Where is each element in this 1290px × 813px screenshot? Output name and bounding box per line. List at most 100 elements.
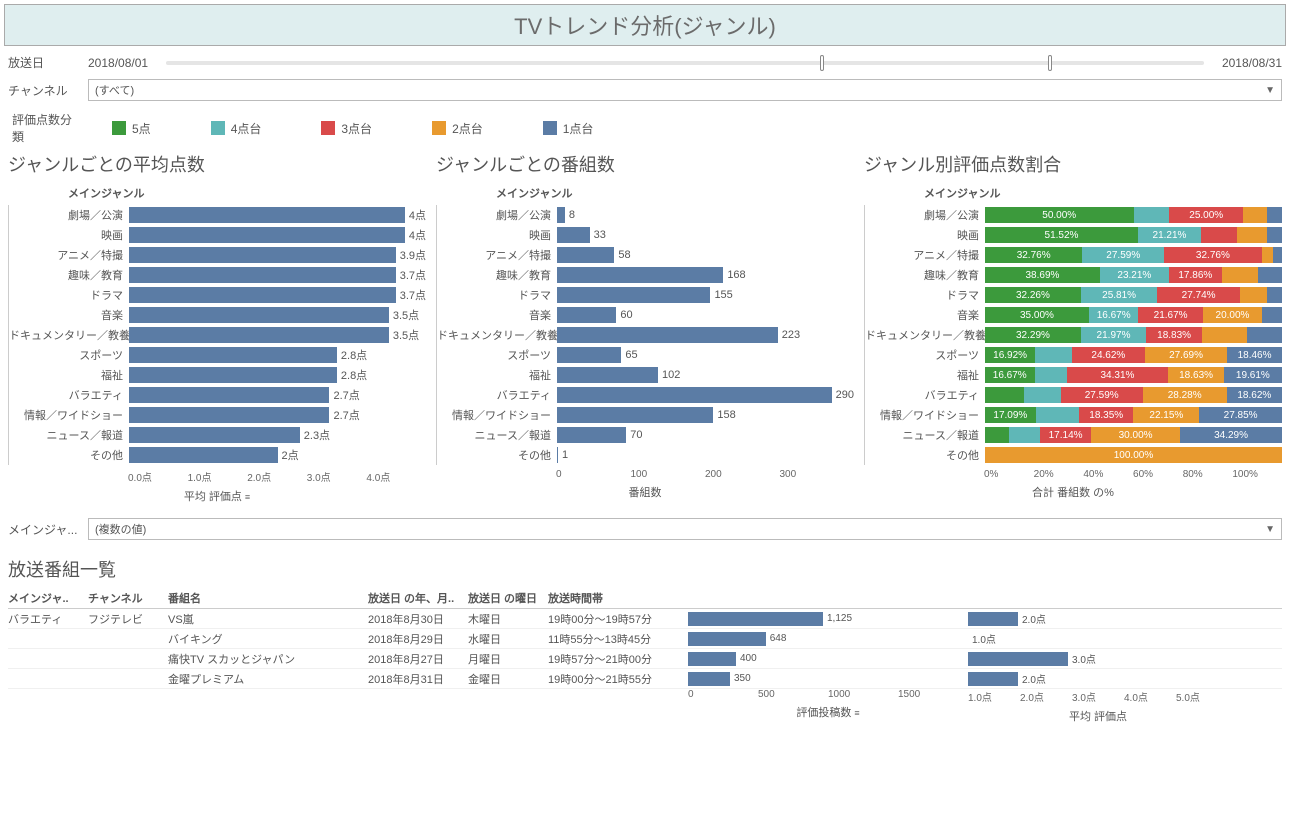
stacked-segment[interactable] <box>1262 247 1274 263</box>
bar-fill[interactable] <box>129 267 396 283</box>
stacked-segment[interactable]: 27.59% <box>1082 247 1164 263</box>
stacked-segment[interactable]: 34.31% <box>1067 367 1169 383</box>
bar-row[interactable]: 音楽3.5点 <box>9 305 426 325</box>
stacked-bar-row[interactable]: 劇場／公演50.00%25.00% <box>865 205 1282 225</box>
bar-fill[interactable] <box>557 287 710 303</box>
bar-fill[interactable] <box>129 407 329 423</box>
bar-row[interactable]: 劇場／公演8 <box>437 205 854 225</box>
stacked-segment[interactable]: 28.28% <box>1143 387 1227 403</box>
bar-row[interactable]: 映画4点 <box>9 225 426 245</box>
bar-row[interactable]: 福祉102 <box>437 365 854 385</box>
bar-row[interactable]: 情報／ワイドショー158 <box>437 405 854 425</box>
bar-fill[interactable] <box>129 307 389 323</box>
stacked-segment[interactable] <box>1240 287 1267 303</box>
bar-fill[interactable] <box>557 227 590 243</box>
stacked-segment[interactable] <box>1009 427 1040 443</box>
bar-row[interactable]: 劇場／公演4点 <box>9 205 426 225</box>
stacked-segment[interactable]: 27.85% <box>1199 407 1282 423</box>
stacked-segment[interactable]: 16.67% <box>985 367 1035 383</box>
date-slider[interactable] <box>166 61 1204 65</box>
main-genre-select[interactable]: (複数の値) ▼ <box>88 518 1282 540</box>
stacked-segment[interactable]: 18.63% <box>1168 367 1223 383</box>
bar-row[interactable]: 福祉2.8点 <box>9 365 426 385</box>
stacked-segment[interactable] <box>985 387 1024 403</box>
bar-fill[interactable] <box>129 427 300 443</box>
stacked-segment[interactable] <box>1036 407 1079 423</box>
bar-row[interactable]: バラエティ290 <box>437 385 854 405</box>
stacked-segment[interactable]: 27.59% <box>1061 387 1143 403</box>
posts-bar[interactable] <box>688 652 736 666</box>
stacked-segment[interactable] <box>1262 307 1282 323</box>
slider-handle-start[interactable] <box>820 55 824 71</box>
col-header-genre[interactable]: メインジャ.. <box>8 590 88 606</box>
bar-fill[interactable] <box>557 247 614 263</box>
posts-bar[interactable] <box>688 632 766 646</box>
stacked-segment[interactable] <box>1134 207 1170 223</box>
avg-bar[interactable] <box>968 652 1068 666</box>
sort-icon[interactable]: ≡ <box>245 492 250 502</box>
stacked-segment[interactable]: 18.62% <box>1227 387 1282 403</box>
legend-item[interactable]: 4点台 <box>211 120 262 137</box>
stacked-segment[interactable]: 24.62% <box>1072 347 1145 363</box>
stacked-segment[interactable] <box>1237 227 1268 243</box>
stacked-bar-row[interactable]: 音楽35.00%16.67%21.67%20.00% <box>865 305 1282 325</box>
bar-row[interactable]: 情報／ワイドショー2.7点 <box>9 405 426 425</box>
bar-fill[interactable] <box>557 347 621 363</box>
bar-row[interactable]: ドラマ155 <box>437 285 854 305</box>
posts-bar[interactable] <box>688 672 730 686</box>
bar-row[interactable]: 音楽60 <box>437 305 854 325</box>
stacked-bar-row[interactable]: バラエティ27.59%28.28%18.62% <box>865 385 1282 405</box>
stacked-segment[interactable] <box>1243 207 1267 223</box>
stacked-segment[interactable]: 18.83% <box>1146 327 1202 343</box>
bar-fill[interactable] <box>129 287 396 303</box>
stacked-bar-row[interactable]: 福祉16.67%34.31%18.63%19.61% <box>865 365 1282 385</box>
stacked-segment[interactable]: 34.29% <box>1180 427 1282 443</box>
bar-fill[interactable] <box>557 207 565 223</box>
stacked-segment[interactable]: 20.00% <box>1203 307 1262 323</box>
bar-row[interactable]: ニュース／報道2.3点 <box>9 425 426 445</box>
slider-handle-end[interactable] <box>1048 55 1052 71</box>
stacked-segment[interactable]: 25.81% <box>1081 287 1158 303</box>
stacked-bar-row[interactable]: 映画51.52%21.21% <box>865 225 1282 245</box>
stacked-segment[interactable] <box>1273 247 1282 263</box>
bar-row[interactable]: 映画33 <box>437 225 854 245</box>
stacked-bar-row[interactable]: ドラマ32.26%25.81%27.74% <box>865 285 1282 305</box>
bar-row[interactable]: アニメ／特撮58 <box>437 245 854 265</box>
bar-fill[interactable] <box>129 227 405 243</box>
bar-fill[interactable] <box>129 347 337 363</box>
avg-bar[interactable] <box>968 672 1018 686</box>
col-header-channel[interactable]: チャンネル <box>88 590 168 606</box>
bar-row[interactable]: ドキュメンタリー／教養223 <box>437 325 854 345</box>
stacked-segment[interactable]: 27.74% <box>1157 287 1239 303</box>
stacked-segment[interactable]: 38.69% <box>985 267 1100 283</box>
bar-row[interactable]: スポーツ2.8点 <box>9 345 426 365</box>
stacked-segment[interactable]: 21.67% <box>1138 307 1202 323</box>
bar-row[interactable]: バラエティ2.7点 <box>9 385 426 405</box>
bar-row[interactable]: 趣味／教育168 <box>437 265 854 285</box>
legend-item[interactable]: 5点 <box>112 120 151 137</box>
legend-item[interactable]: 3点台 <box>321 120 372 137</box>
stacked-segment[interactable]: 18.35% <box>1079 407 1133 423</box>
stacked-segment[interactable]: 100.00% <box>985 447 1282 463</box>
bar-fill[interactable] <box>557 387 832 403</box>
stacked-segment[interactable]: 27.69% <box>1145 347 1227 363</box>
stacked-segment[interactable]: 16.67% <box>1089 307 1139 323</box>
stacked-segment[interactable]: 17.09% <box>985 407 1036 423</box>
stacked-segment[interactable] <box>985 427 1009 443</box>
bar-row[interactable]: その他1 <box>437 445 854 465</box>
stacked-segment[interactable] <box>1202 327 1247 343</box>
stacked-segment[interactable] <box>1267 227 1282 243</box>
bar-row[interactable]: アニメ／特撮3.9点 <box>9 245 426 265</box>
stacked-segment[interactable]: 50.00% <box>985 207 1134 223</box>
bar-row[interactable]: ニュース／報道70 <box>437 425 854 445</box>
col-header-program[interactable]: 番組名 <box>168 590 368 606</box>
col-header-dow[interactable]: 放送日 の曜日 <box>468 590 548 606</box>
bar-fill[interactable] <box>557 447 558 463</box>
stacked-segment[interactable] <box>1024 387 1061 403</box>
stacked-bar-row[interactable]: スポーツ16.92%24.62%27.69%18.46% <box>865 345 1282 365</box>
stacked-segment[interactable]: 32.76% <box>1164 247 1261 263</box>
stacked-segment[interactable]: 30.00% <box>1091 427 1180 443</box>
col-header-date[interactable]: 放送日 の年、月.. <box>368 590 468 606</box>
bar-fill[interactable] <box>129 447 278 463</box>
stacked-bar-row[interactable]: ドキュメンタリー／教養32.29%21.97%18.83% <box>865 325 1282 345</box>
